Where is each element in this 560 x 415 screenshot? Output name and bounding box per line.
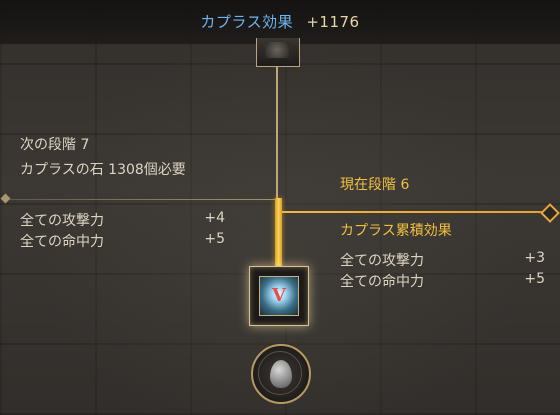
skill-glyph: V: [272, 285, 286, 306]
kaplas-stone-slot[interactable]: [251, 344, 311, 404]
kaplas-effect-value: +1176: [306, 13, 360, 31]
current-stage-divider: [282, 211, 546, 213]
kaplas-panel: カプラス効果 +1176 次の段階 7 カプラスの石 1308個必要 全ての攻撃…: [0, 0, 560, 415]
upper-node-icon[interactable]: [256, 38, 300, 67]
kaplas-effect-label: カプラス効果: [200, 13, 294, 31]
next-stage-requirement: カプラスの石 1308個必要: [20, 162, 186, 178]
kaplas-effect-title: カプラス効果 +1176: [0, 11, 560, 32]
next-stat-value: +4: [204, 210, 225, 226]
current-skill-node[interactable]: V: [249, 266, 309, 326]
current-stat-value: +5: [524, 271, 545, 287]
node-icon: [265, 42, 289, 58]
next-stage-divider: [6, 199, 276, 200]
skill-icon: V: [259, 276, 299, 316]
divider-diamond-left: [0, 193, 11, 204]
accumulated-effect-title: カプラス累積効果: [340, 223, 452, 239]
active-connector-line: [275, 198, 282, 268]
current-stat-name: 全ての命中力: [340, 274, 424, 290]
kaplas-stone-icon: [270, 360, 292, 388]
next-stat-name: 全ての命中力: [20, 234, 104, 250]
next-stat-value: +5: [204, 231, 225, 247]
next-stat-name: 全ての攻撃力: [20, 213, 104, 229]
connector-line: [276, 66, 278, 198]
next-stage-title: 次の段階 7: [20, 137, 90, 153]
current-stat-name: 全ての攻撃力: [340, 253, 424, 269]
divider-diamond-right: [540, 203, 560, 223]
current-stage-title: 現在段階 6: [340, 177, 410, 193]
current-stat-value: +3: [524, 250, 545, 266]
